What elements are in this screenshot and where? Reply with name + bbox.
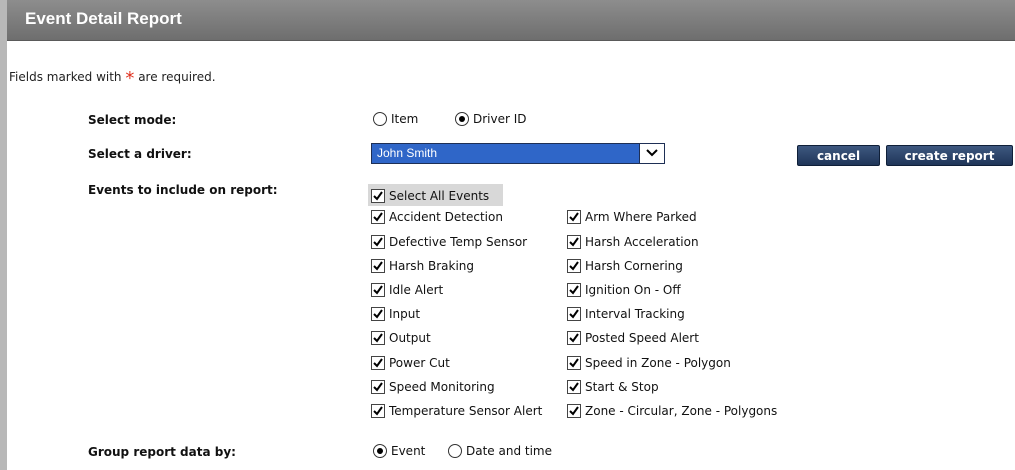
event-checkbox[interactable]: Start & Stop <box>567 379 659 394</box>
create-report-button[interactable]: create report <box>886 145 1013 166</box>
event-checkbox[interactable]: Arm Where Parked <box>567 209 697 224</box>
mode-option-driver-id-label: Driver ID <box>473 111 527 126</box>
event-label: Start & Stop <box>585 379 659 394</box>
required-note-text: Fields marked with <box>9 70 122 84</box>
radio-icon[interactable] <box>448 443 462 458</box>
checkbox-checked-icon[interactable] <box>567 258 581 273</box>
report-panel: Event Detail Report Fields marked with *… <box>0 0 1015 470</box>
checkbox-checked-icon[interactable] <box>371 379 385 394</box>
event-checkbox[interactable]: Temperature Sensor Alert <box>371 403 542 418</box>
event-checkbox[interactable]: Ignition On - Off <box>567 282 681 297</box>
event-label: Accident Detection <box>389 209 503 224</box>
checkbox-checked-icon[interactable] <box>567 403 581 418</box>
event-checkbox[interactable]: Accident Detection <box>371 209 503 224</box>
checkbox-checked-icon[interactable] <box>371 355 385 370</box>
event-label: Arm Where Parked <box>585 209 697 224</box>
event-label: Defective Temp Sensor <box>389 234 528 249</box>
checkbox-checked-icon[interactable] <box>371 330 385 345</box>
required-star-icon: * <box>125 68 135 89</box>
event-label: Harsh Braking <box>389 258 475 273</box>
event-checkbox[interactable]: Harsh Braking <box>371 258 474 273</box>
event-checkbox[interactable]: Speed in Zone - Polygon <box>567 355 731 370</box>
event-checkbox[interactable]: Input <box>371 306 420 321</box>
group-by-label: Group report data by: <box>88 445 236 459</box>
mode-option-item[interactable]: Item <box>373 111 418 126</box>
events-label: Events to include on report: <box>88 183 278 197</box>
event-label: Posted Speed Alert <box>585 330 699 345</box>
driver-select-value: John Smith <box>377 146 438 160</box>
chevron-down-icon[interactable] <box>639 144 664 163</box>
select-mode-label: Select mode: <box>88 113 177 127</box>
panel-left-border <box>0 0 7 470</box>
checkbox-checked-icon[interactable] <box>371 282 385 297</box>
event-label: Output <box>389 330 431 345</box>
event-checkbox[interactable]: Zone - Circular, Zone - Polygons <box>567 403 777 418</box>
checkbox-checked-icon[interactable] <box>567 330 581 345</box>
group-option-date-time[interactable]: Date and time <box>448 443 552 458</box>
checkbox-checked-icon[interactable] <box>371 258 385 273</box>
group-option-date-time-label: Date and time <box>466 443 552 458</box>
event-checkbox[interactable]: Speed Monitoring <box>371 379 495 394</box>
select-all-events-label: Select All Events <box>389 188 490 203</box>
checkbox-checked-icon[interactable] <box>567 306 581 321</box>
event-label: Harsh Cornering <box>585 258 683 273</box>
page-title: Event Detail Report <box>25 9 182 28</box>
required-note-suffix: are required. <box>138 70 216 84</box>
checkbox-checked-icon[interactable] <box>567 209 581 224</box>
panel-header: Event Detail Report <box>7 0 1015 41</box>
event-label: Harsh Acceleration <box>585 234 699 249</box>
event-checkbox[interactable]: Output <box>371 330 431 345</box>
event-label: Input <box>389 306 421 321</box>
checkbox-checked-icon[interactable] <box>371 234 385 249</box>
event-label: Idle Alert <box>389 282 444 297</box>
driver-select[interactable]: John Smith <box>371 143 665 164</box>
select-driver-label: Select a driver: <box>88 147 192 161</box>
event-checkbox[interactable]: Harsh Cornering <box>567 258 683 273</box>
event-checkbox[interactable]: Power Cut <box>371 355 450 370</box>
event-label: Speed Monitoring <box>389 379 495 394</box>
event-checkbox[interactable]: Posted Speed Alert <box>567 330 699 345</box>
group-option-event[interactable]: Event <box>373 443 425 458</box>
event-label: Zone - Circular, Zone - Polygons <box>585 403 778 418</box>
checkbox-checked-icon[interactable] <box>567 379 581 394</box>
cancel-button[interactable]: cancel <box>797 145 880 166</box>
checkbox-checked-icon[interactable] <box>371 403 385 418</box>
event-checkbox[interactable]: Idle Alert <box>371 282 443 297</box>
event-label: Interval Tracking <box>585 306 685 321</box>
radio-icon[interactable] <box>373 111 387 126</box>
checkbox-checked-icon[interactable] <box>371 188 385 203</box>
event-label: Ignition On - Off <box>585 282 681 297</box>
event-label: Power Cut <box>389 355 450 370</box>
event-checkbox[interactable]: Defective Temp Sensor <box>371 234 527 249</box>
mode-option-driver-id[interactable]: Driver ID <box>455 111 527 126</box>
event-checkbox[interactable]: Harsh Acceleration <box>567 234 699 249</box>
checkbox-checked-icon[interactable] <box>567 282 581 297</box>
group-option-event-label: Event <box>391 443 426 458</box>
checkbox-checked-icon[interactable] <box>567 234 581 249</box>
event-checkbox[interactable]: Interval Tracking <box>567 306 685 321</box>
checkbox-checked-icon[interactable] <box>371 209 385 224</box>
checkbox-checked-icon[interactable] <box>567 355 581 370</box>
event-label: Temperature Sensor Alert <box>389 403 543 418</box>
radio-selected-icon[interactable] <box>455 111 469 126</box>
radio-selected-icon[interactable] <box>373 443 387 458</box>
select-all-events-checkbox[interactable]: Select All Events <box>371 188 489 203</box>
checkbox-checked-icon[interactable] <box>371 306 385 321</box>
event-label: Speed in Zone - Polygon <box>585 355 731 370</box>
required-fields-note: Fields marked with * are required. <box>9 65 216 89</box>
mode-option-item-label: Item <box>391 111 419 126</box>
